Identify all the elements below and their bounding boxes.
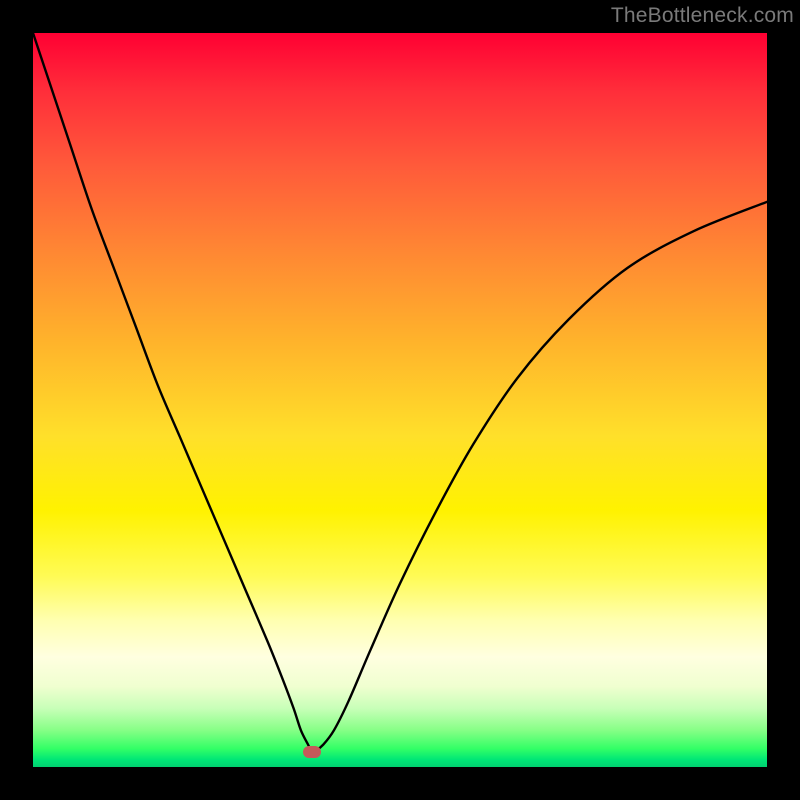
bottleneck-curve [33, 33, 767, 767]
plot-area [33, 33, 767, 767]
chart-frame: TheBottleneck.com [0, 0, 800, 800]
watermark-text: TheBottleneck.com [611, 4, 794, 28]
minimum-marker [303, 746, 321, 758]
